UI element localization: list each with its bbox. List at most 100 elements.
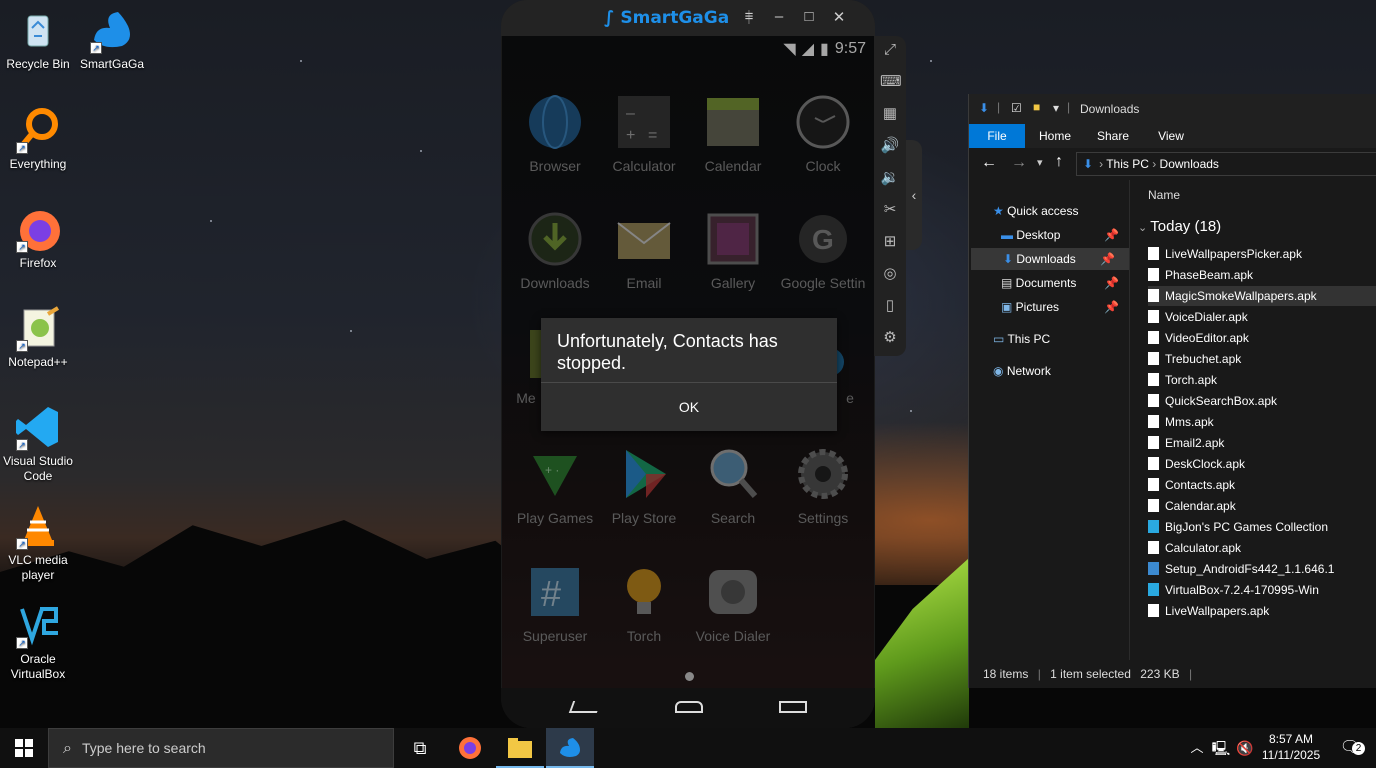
recycle-bin-icon	[14, 6, 62, 54]
group-header[interactable]: ⌄ Today (18)	[1138, 218, 1221, 235]
notepadpp-icon: ↗	[14, 304, 62, 352]
add-window-icon[interactable]: ⊞	[880, 232, 900, 252]
volume-down-icon[interactable]: 🔉	[880, 168, 900, 188]
nav-downloads[interactable]: ⬇ Downloads 📌	[971, 248, 1129, 270]
sidebar-collapse-chevron-icon[interactable]: ‹	[906, 140, 922, 250]
desktop-icon-recycle-bin[interactable]: Recycle Bin	[0, 6, 76, 72]
file-row[interactable]: VoiceDialer.apk	[1148, 307, 1376, 327]
file-row[interactable]: Torch.apk	[1148, 370, 1376, 390]
volume-up-icon[interactable]: 🔊	[880, 136, 900, 156]
emulator-titlebar[interactable]: ∫ SmartGaGa | ≡ – □ ✕	[501, 0, 875, 36]
file-row[interactable]: Contacts.apk	[1148, 475, 1376, 495]
star	[350, 330, 352, 332]
minimize-button[interactable]: –	[769, 8, 789, 25]
nav-pictures[interactable]: ▣ Pictures 📌	[999, 296, 1133, 318]
nav-desktop[interactable]: ▬ Desktop 📌	[999, 224, 1133, 246]
file-row[interactable]: PhaseBeam.apk	[1148, 265, 1376, 285]
android-screen[interactable]: ◥ ◢ ▮ 9:57 Browser – = + Calculator Calenda…	[502, 36, 874, 688]
keyboard-icon[interactable]: ⌨	[880, 72, 902, 92]
recents-button[interactable]	[779, 701, 807, 713]
file-row[interactable]: Trebuchet.apk	[1148, 349, 1376, 369]
quick-access-dropdown-icon[interactable]: ▾	[1053, 101, 1059, 115]
file-row[interactable]: Email2.apk	[1148, 433, 1376, 453]
recent-dropdown-icon[interactable]: ▾	[1037, 156, 1043, 169]
shortcut-arrow-icon: ↗	[16, 241, 28, 253]
nav-quick-access[interactable]: ★ Quick access	[993, 200, 1127, 222]
notification-center-icon[interactable]: 🗨 2	[1330, 728, 1370, 768]
network-tray-icon[interactable]: 🖳	[1210, 728, 1232, 768]
file-row[interactable]: Mms.apk	[1148, 412, 1376, 432]
location-icon[interactable]: ◎	[880, 264, 900, 284]
screenshot-icon[interactable]: ✂	[880, 200, 900, 220]
column-header-name[interactable]: Name	[1148, 188, 1180, 202]
home-button[interactable]	[675, 701, 703, 713]
breadcrumb-this-pc[interactable]: This PC	[1106, 157, 1149, 171]
back-button[interactable]	[568, 701, 602, 713]
fps-icon[interactable]: ▦	[880, 104, 900, 124]
taskbar-clock[interactable]: 8:57 AM 11/11/2025	[1260, 731, 1322, 763]
properties-icon[interactable]: ☑	[1011, 101, 1022, 115]
maximize-button[interactable]: □	[799, 8, 819, 25]
pin-icon[interactable]: 📌	[1104, 296, 1119, 318]
file-name: Trebuchet.apk	[1165, 352, 1242, 366]
smartgaga-taskbar-icon[interactable]	[546, 728, 594, 768]
desktop-icon-smartgaga[interactable]: ↗ SmartGaGa	[74, 6, 150, 72]
close-button[interactable]: ✕	[829, 8, 849, 26]
nav-label: Pictures	[1015, 300, 1060, 314]
file-row[interactable]: LiveWallpapers.apk	[1148, 601, 1376, 621]
explorer-titlebar[interactable]: ⬇ | ☑ ■ ▾ | Downloads	[969, 94, 1376, 124]
desktop-icon-vscode[interactable]: ↗ Visual Studio Code	[0, 403, 76, 484]
selected-size: 223 KB	[1140, 667, 1180, 681]
file-row[interactable]: QuickSearchBox.apk	[1148, 391, 1376, 411]
volume-mute-icon[interactable]: 🔇	[1234, 728, 1256, 768]
file-explorer-taskbar-icon[interactable]	[496, 728, 544, 768]
desktop-icon-everything[interactable]: ↗ Everything	[0, 106, 76, 172]
file-row[interactable]: VirtualBox-7.2.4-170995-Win	[1148, 580, 1376, 600]
file-explorer-window: ⬇ | ☑ ■ ▾ | Downloads File Home Share Vi…	[968, 94, 1376, 688]
smartgaga-logo-icon: ∫	[604, 8, 615, 28]
menu-icon[interactable]: ≡	[739, 8, 759, 25]
new-folder-icon[interactable]: ■	[1033, 100, 1040, 114]
address-bar[interactable]: ⬇ › This PC › Downloads	[1076, 152, 1376, 176]
shake-icon[interactable]: ▯	[880, 296, 900, 316]
hidden-icons-chevron-icon[interactable]: ︿	[1186, 728, 1208, 768]
file-row[interactable]: MagicSmokeWallpapers.apk	[1148, 286, 1376, 306]
file-row[interactable]: BigJon's PC Games Collection	[1148, 517, 1376, 537]
file-row[interactable]: Calculator.apk	[1148, 538, 1376, 558]
file-icon	[1148, 541, 1159, 554]
dialog-ok-button[interactable]: OK	[541, 383, 837, 431]
firefox-taskbar-icon[interactable]	[446, 728, 494, 768]
tab-file[interactable]: File	[969, 124, 1025, 148]
task-view-icon[interactable]: ⧉	[396, 728, 444, 768]
tab-share[interactable]: Share	[1087, 124, 1139, 148]
file-row[interactable]: VideoEditor.apk	[1148, 328, 1376, 348]
breadcrumb-downloads[interactable]: Downloads	[1160, 157, 1219, 171]
pin-icon[interactable]: 📌	[1100, 248, 1115, 270]
up-arrow-icon[interactable]: ↑	[1055, 153, 1063, 171]
tab-home[interactable]: Home	[1029, 124, 1081, 148]
file-row[interactable]: Setup_AndroidFs442_1.1.646.1	[1148, 559, 1376, 579]
forward-arrow-icon[interactable]: →	[1011, 154, 1027, 172]
nav-this-pc[interactable]: ▭ This PC	[993, 328, 1127, 350]
taskbar-search[interactable]: ⌕ Type here to search	[48, 728, 394, 768]
desktop-folder-icon: ▬	[1001, 228, 1017, 242]
file-row[interactable]: LiveWallpapersPicker.apk	[1148, 244, 1376, 264]
tab-view[interactable]: View	[1145, 124, 1197, 148]
back-arrow-icon[interactable]: ←	[981, 154, 997, 172]
item-count: 18 items	[983, 667, 1029, 681]
desktop-icon-firefox[interactable]: ↗ Firefox	[0, 205, 76, 271]
start-button[interactable]	[0, 728, 48, 768]
fullscreen-icon[interactable]: ⤢	[880, 40, 900, 60]
desktop-icon-notepadpp[interactable]: ↗ Notepad++	[0, 304, 76, 370]
file-row[interactable]: DeskClock.apk	[1148, 454, 1376, 474]
settings-icon[interactable]: ⚙	[880, 328, 900, 348]
nav-network[interactable]: ◉ Network	[993, 360, 1127, 382]
file-icon	[1148, 436, 1159, 449]
pin-icon[interactable]: 📌	[1104, 272, 1119, 294]
nav-documents[interactable]: ▤ Documents 📌	[999, 272, 1133, 294]
desktop-icon-vlc[interactable]: ↗ VLC media player	[0, 502, 76, 583]
pin-icon[interactable]: 📌	[1104, 224, 1119, 246]
shortcut-arrow-icon: ↗	[16, 538, 28, 550]
desktop-icon-virtualbox[interactable]: ↗ Oracle VirtualBox	[0, 601, 76, 682]
file-row[interactable]: Calendar.apk	[1148, 496, 1376, 516]
